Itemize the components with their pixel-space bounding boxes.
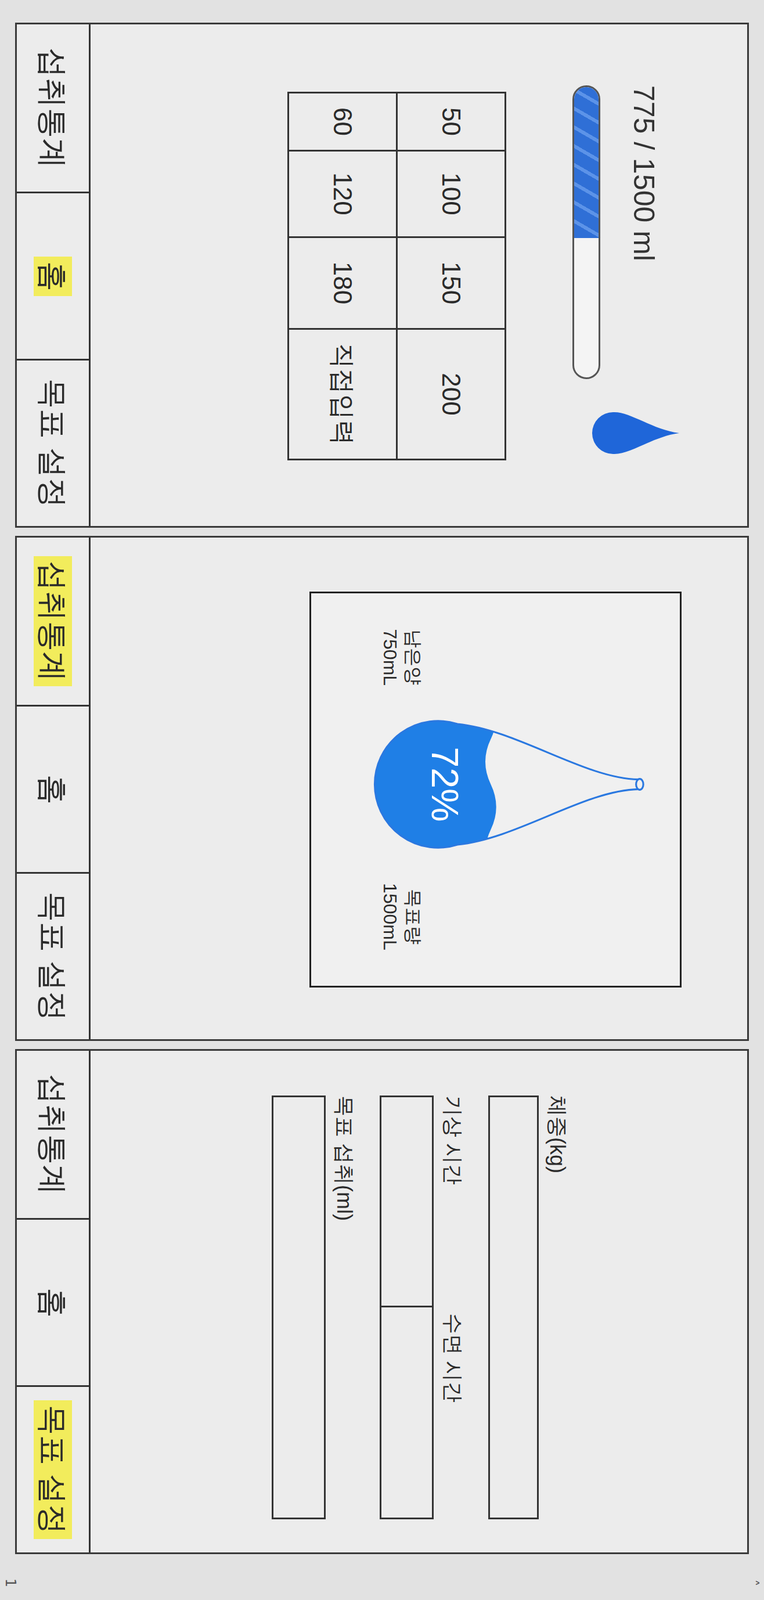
percent-text: 72% <box>423 747 466 823</box>
weight-label: 체중(kg) <box>545 1095 570 1520</box>
tab-bar: 섭취통계홈목표 설정 <box>16 1050 91 1553</box>
amount-button[interactable]: 60 <box>287 93 396 152</box>
amount-button[interactable]: 100 <box>395 151 505 239</box>
tab[interactable]: 홈 <box>16 704 89 872</box>
intake-progress-fill <box>574 87 599 239</box>
phone-screen: 남은양750mL 72% 목표량1500mL 섭취통계홈목표 설정 <box>15 535 749 1041</box>
tab[interactable]: 섭취통계 <box>16 24 89 192</box>
goal-input[interactable] <box>271 1095 326 1520</box>
water-drop-icon <box>588 409 682 457</box>
weight-field: 체중(kg) <box>488 1095 570 1520</box>
intake-header: 775 / 1500 ml <box>572 85 682 526</box>
tab-label: 목표 설정 <box>33 373 72 513</box>
goal-field: 목표 섭취(ml) <box>271 1095 357 1520</box>
amount-button[interactable]: 180 <box>287 238 396 330</box>
tab[interactable]: 목표 설정 <box>16 871 89 1040</box>
page-number: 1 <box>2 1578 19 1588</box>
goal-intake-label: 목표 섭취(ml) <box>332 1095 357 1520</box>
remaining-label: 남은양750mL <box>378 628 425 686</box>
amount-grid: 50100150200 60120180직접입력 <box>287 91 507 461</box>
wake-label: 기상 시간 <box>440 1095 465 1308</box>
home-screen: 775 / 1500 ml 50100150200 60120180직접입력 <box>90 24 748 526</box>
tab[interactable]: 홈 <box>16 1217 89 1386</box>
tab-label: 목표 설정 <box>33 1400 72 1539</box>
amount-button[interactable]: 직접입력 <box>287 329 396 461</box>
tab-label: 섭취통계 <box>33 556 72 687</box>
tab-label: 섭취통계 <box>33 1069 72 1200</box>
tab[interactable]: 목표 설정 <box>16 1385 89 1553</box>
phone-screen: 체중(kg) 기상 시간수면 시간 목표 섭취(ml) 섭취통계홈목표 설정 <box>15 1049 749 1555</box>
settings-screen: 체중(kg) 기상 시간수면 시간 목표 섭취(ml) <box>90 1050 748 1553</box>
goal-label: 목표량1500mL <box>378 883 425 951</box>
amount-button[interactable]: 150 <box>395 238 505 330</box>
tab[interactable]: 섭취통계 <box>16 1050 89 1218</box>
tab[interactable]: 홈 <box>16 191 89 359</box>
amount-button[interactable]: 50 <box>395 93 505 152</box>
stats-screen: 남은양750mL 72% 목표량1500mL <box>90 537 748 1040</box>
amount-button[interactable]: 200 <box>395 329 505 461</box>
tab-label: 홈 <box>33 1283 72 1323</box>
time-fields: 기상 시간수면 시간 <box>379 1095 465 1520</box>
wireframe-board: 775 / 1500 ml5010015020060120180직접입력섭취통계… <box>0 0 764 1600</box>
stats-card: 남은양750mL 72% 목표량1500mL <box>309 591 682 988</box>
next-page-button[interactable]: ˄ <box>744 1579 761 1587</box>
intake-progress-bar <box>572 85 601 380</box>
sleep-input[interactable] <box>379 1307 434 1520</box>
tab-bar: 섭취통계홈목표 설정 <box>16 537 91 1040</box>
tab-label: 섭취통계 <box>33 42 72 174</box>
amount-button[interactable]: 120 <box>287 151 396 239</box>
water-balloon-icon: 72% <box>366 693 657 875</box>
tab-label: 홈 <box>33 769 72 810</box>
tab-label: 홈 <box>33 256 72 297</box>
intake-text: 775 / 1500 ml <box>627 85 660 380</box>
tab-label: 목표 설정 <box>33 887 72 1026</box>
sleep-label: 수면 시간 <box>440 1307 465 1520</box>
tab[interactable]: 섭취통계 <box>16 537 89 705</box>
tab[interactable]: 목표 설정 <box>16 358 89 526</box>
intake-summary: 775 / 1500 ml <box>572 85 660 380</box>
weight-input[interactable] <box>488 1095 539 1520</box>
tab-bar: 섭취통계홈목표 설정 <box>16 24 91 526</box>
page-viewer: ˄1 <box>2 1565 761 1600</box>
phone-screen: 775 / 1500 ml 50100150200 60120180직접입력 섭취통계… <box>15 22 749 528</box>
wake-input[interactable] <box>379 1095 434 1308</box>
